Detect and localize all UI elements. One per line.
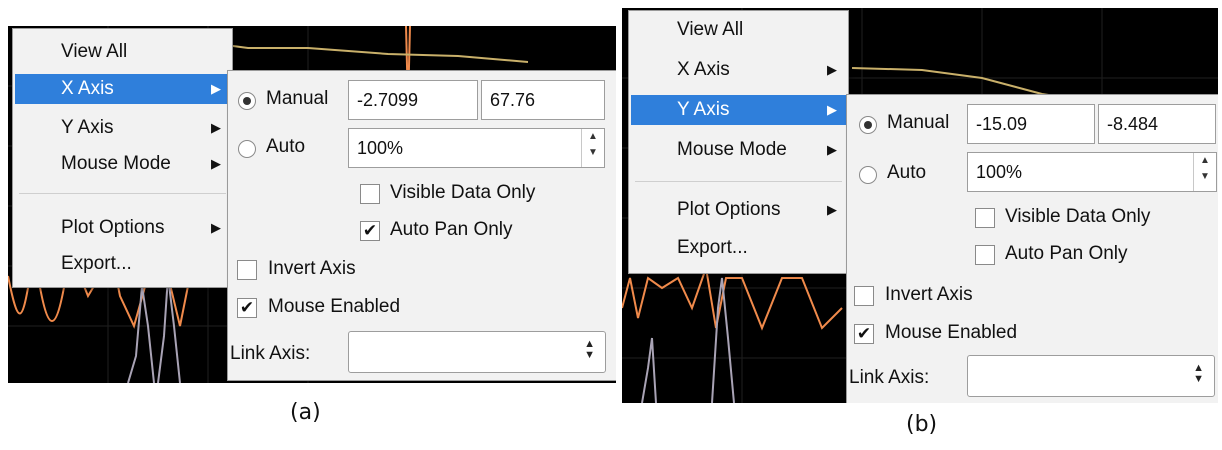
menu-item-label: Export... xyxy=(61,253,132,274)
invert-axis-label: Invert Axis xyxy=(268,258,356,279)
panel-b: View All X Axis ▶ Y Axis ▶ Mouse Mode ▶ … xyxy=(622,8,1218,403)
invert-axis-checkbox[interactable] xyxy=(237,260,257,280)
visible-data-only-label: Visible Data Only xyxy=(390,182,536,203)
menu-item-y-axis[interactable]: Y Axis ▶ xyxy=(15,113,230,143)
menu-item-label: X Axis xyxy=(61,78,114,99)
link-axis-combobox[interactable]: ▲ ▼ xyxy=(348,331,606,373)
axis-submenu: Manual -15.09 -8.484 Auto 100% ▲ ▼ Visibl… xyxy=(846,94,1218,403)
menu-item-view-all[interactable]: View All xyxy=(15,37,230,67)
spinner-arrows-icon[interactable]: ▲ ▼ xyxy=(1193,153,1216,191)
submenu-arrow-icon: ▶ xyxy=(827,142,837,157)
menu-item-export[interactable]: Export... xyxy=(15,249,230,279)
auto-label: Auto xyxy=(887,162,927,183)
auto-label: Auto xyxy=(266,136,306,157)
menu-item-label: View All xyxy=(677,19,744,40)
submenu-arrow-icon: ▶ xyxy=(211,220,221,235)
visible-data-only-checkbox[interactable] xyxy=(360,184,380,204)
auto-percent-value: 100% xyxy=(357,138,404,158)
menu-item-view-all[interactable]: View All xyxy=(631,15,846,45)
menu-item-y-axis[interactable]: Y Axis ▶ xyxy=(631,95,846,125)
menu-item-label: Export... xyxy=(677,237,748,258)
auto-percent-spinbox[interactable]: 100% ▲ ▼ xyxy=(348,128,605,168)
menu-item-label: Mouse Mode xyxy=(61,153,171,174)
menu-separator xyxy=(635,181,842,182)
manual-label: Manual xyxy=(887,112,950,133)
checkmark-icon: ✔ xyxy=(362,221,378,240)
mouse-enabled-label: Mouse Enabled xyxy=(268,296,401,317)
combo-updown-icon: ▲ ▼ xyxy=(584,338,595,361)
auto-radio[interactable] xyxy=(238,140,256,158)
manual-max-input[interactable]: 67.76 xyxy=(481,80,605,120)
link-axis-label: Link Axis: xyxy=(230,343,311,364)
auto-radio[interactable] xyxy=(859,166,877,184)
link-axis-label: Link Axis: xyxy=(849,367,930,388)
manual-min-input[interactable]: -15.09 xyxy=(967,104,1095,144)
manual-label: Manual xyxy=(266,88,329,109)
invert-axis-checkbox[interactable] xyxy=(854,286,874,306)
spinner-arrows-icon[interactable]: ▲ ▼ xyxy=(581,129,604,167)
mouse-enabled-label: Mouse Enabled xyxy=(885,322,1018,343)
visible-data-only-checkbox[interactable] xyxy=(975,208,995,228)
menu-item-export[interactable]: Export... xyxy=(631,233,846,263)
mouse-enabled-checkbox[interactable]: ✔ xyxy=(237,298,257,318)
menu-item-plot-options[interactable]: Plot Options ▶ xyxy=(631,195,846,225)
caption-b: (b) xyxy=(906,412,938,437)
checkmark-icon: ✔ xyxy=(239,298,255,317)
menu-item-label: Mouse Mode xyxy=(677,139,787,160)
checkmark-icon: ✔ xyxy=(856,324,872,343)
submenu-arrow-icon: ▶ xyxy=(211,120,221,135)
auto-pan-only-checkbox[interactable]: ✔ xyxy=(360,221,380,241)
axis-submenu: Manual -2.7099 67.76 Auto 100% ▲ ▼ Visibl… xyxy=(227,70,616,381)
auto-pan-only-label: Auto Pan Only xyxy=(390,219,513,240)
context-menu: View All X Axis ▶ Y Axis ▶ Mouse Mode ▶ … xyxy=(628,10,849,274)
link-axis-combobox[interactable]: ▲ ▼ xyxy=(967,355,1215,397)
mouse-enabled-checkbox[interactable]: ✔ xyxy=(854,324,874,344)
menu-item-label: Y Axis xyxy=(677,99,730,120)
menu-item-mouse-mode[interactable]: Mouse Mode ▶ xyxy=(15,149,230,179)
manual-max-input[interactable]: -8.484 xyxy=(1098,104,1216,144)
menu-item-label: Plot Options xyxy=(677,199,781,220)
menu-item-mouse-mode[interactable]: Mouse Mode ▶ xyxy=(631,135,846,165)
auto-pan-only-label: Auto Pan Only xyxy=(1005,243,1128,264)
menu-separator xyxy=(19,193,226,194)
menu-item-label: View All xyxy=(61,41,128,62)
auto-percent-value: 100% xyxy=(976,162,1023,182)
submenu-arrow-icon: ▶ xyxy=(827,62,837,77)
submenu-arrow-icon: ▶ xyxy=(827,102,837,117)
manual-min-input[interactable]: -2.7099 xyxy=(348,80,478,120)
manual-radio[interactable] xyxy=(238,92,256,110)
menu-item-label: X Axis xyxy=(677,59,730,80)
caption-a: (a) xyxy=(290,400,321,425)
submenu-arrow-icon: ▶ xyxy=(211,81,221,96)
manual-radio[interactable] xyxy=(859,116,877,134)
invert-axis-label: Invert Axis xyxy=(885,284,973,305)
auto-pan-only-checkbox[interactable] xyxy=(975,245,995,265)
menu-item-x-axis[interactable]: X Axis ▶ xyxy=(631,55,846,85)
visible-data-only-label: Visible Data Only xyxy=(1005,206,1151,227)
submenu-arrow-icon: ▶ xyxy=(827,202,837,217)
context-menu: View All X Axis ▶ Y Axis ▶ Mouse Mode ▶ … xyxy=(12,28,233,288)
panel-a: View All X Axis ▶ Y Axis ▶ Mouse Mode ▶ … xyxy=(8,26,616,383)
menu-item-label: Plot Options xyxy=(61,217,165,238)
menu-item-x-axis[interactable]: X Axis ▶ xyxy=(15,74,230,104)
menu-item-label: Y Axis xyxy=(61,117,114,138)
menu-item-plot-options[interactable]: Plot Options ▶ xyxy=(15,213,230,243)
auto-percent-spinbox[interactable]: 100% ▲ ▼ xyxy=(967,152,1217,192)
submenu-arrow-icon: ▶ xyxy=(211,156,221,171)
combo-updown-icon: ▲ ▼ xyxy=(1193,362,1204,385)
